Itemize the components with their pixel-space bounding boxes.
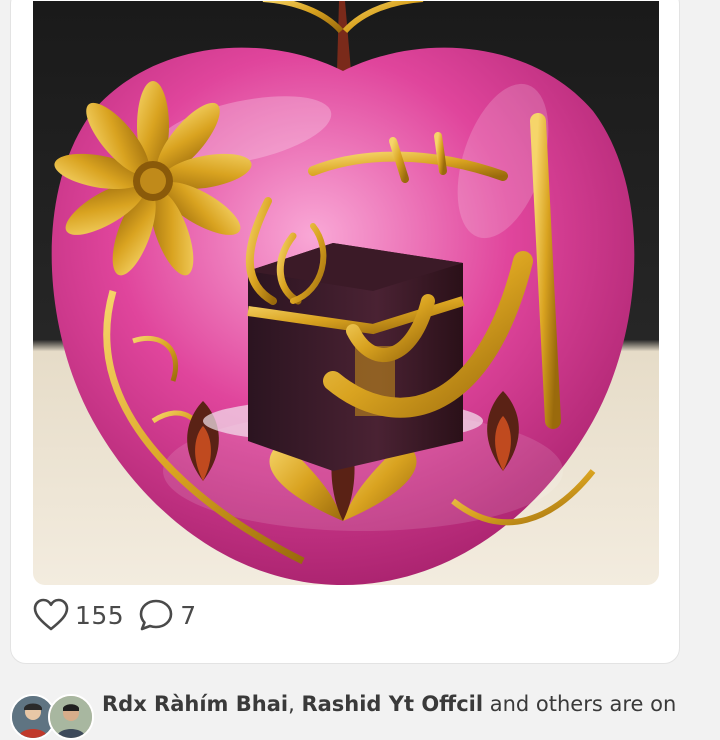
apple-artwork-image <box>33 1 659 585</box>
avatar[interactable] <box>48 694 94 740</box>
speech-bubble-icon <box>138 598 174 632</box>
user-name-link[interactable]: Rdx Ràhím Bhai <box>102 692 288 716</box>
like-button[interactable]: 155 <box>33 598 124 632</box>
post-card: 155 7 <box>10 0 680 664</box>
post-image[interactable] <box>33 1 659 585</box>
activity-text: Rdx Ràhím Bhai, Rashid Yt Offcil and oth… <box>102 692 677 716</box>
post-actions: 155 7 <box>33 593 211 637</box>
comment-button[interactable]: 7 <box>138 598 196 632</box>
friend-activity-row[interactable]: Rdx Ràhím Bhai, Rashid Yt Offcil and oth… <box>10 684 720 740</box>
avatar-stack <box>10 684 96 740</box>
heart-outline-icon <box>33 598 69 632</box>
comment-count: 7 <box>180 600 197 630</box>
user-name-link[interactable]: Rashid Yt Offcil <box>301 692 483 716</box>
like-count: 155 <box>75 600 125 630</box>
